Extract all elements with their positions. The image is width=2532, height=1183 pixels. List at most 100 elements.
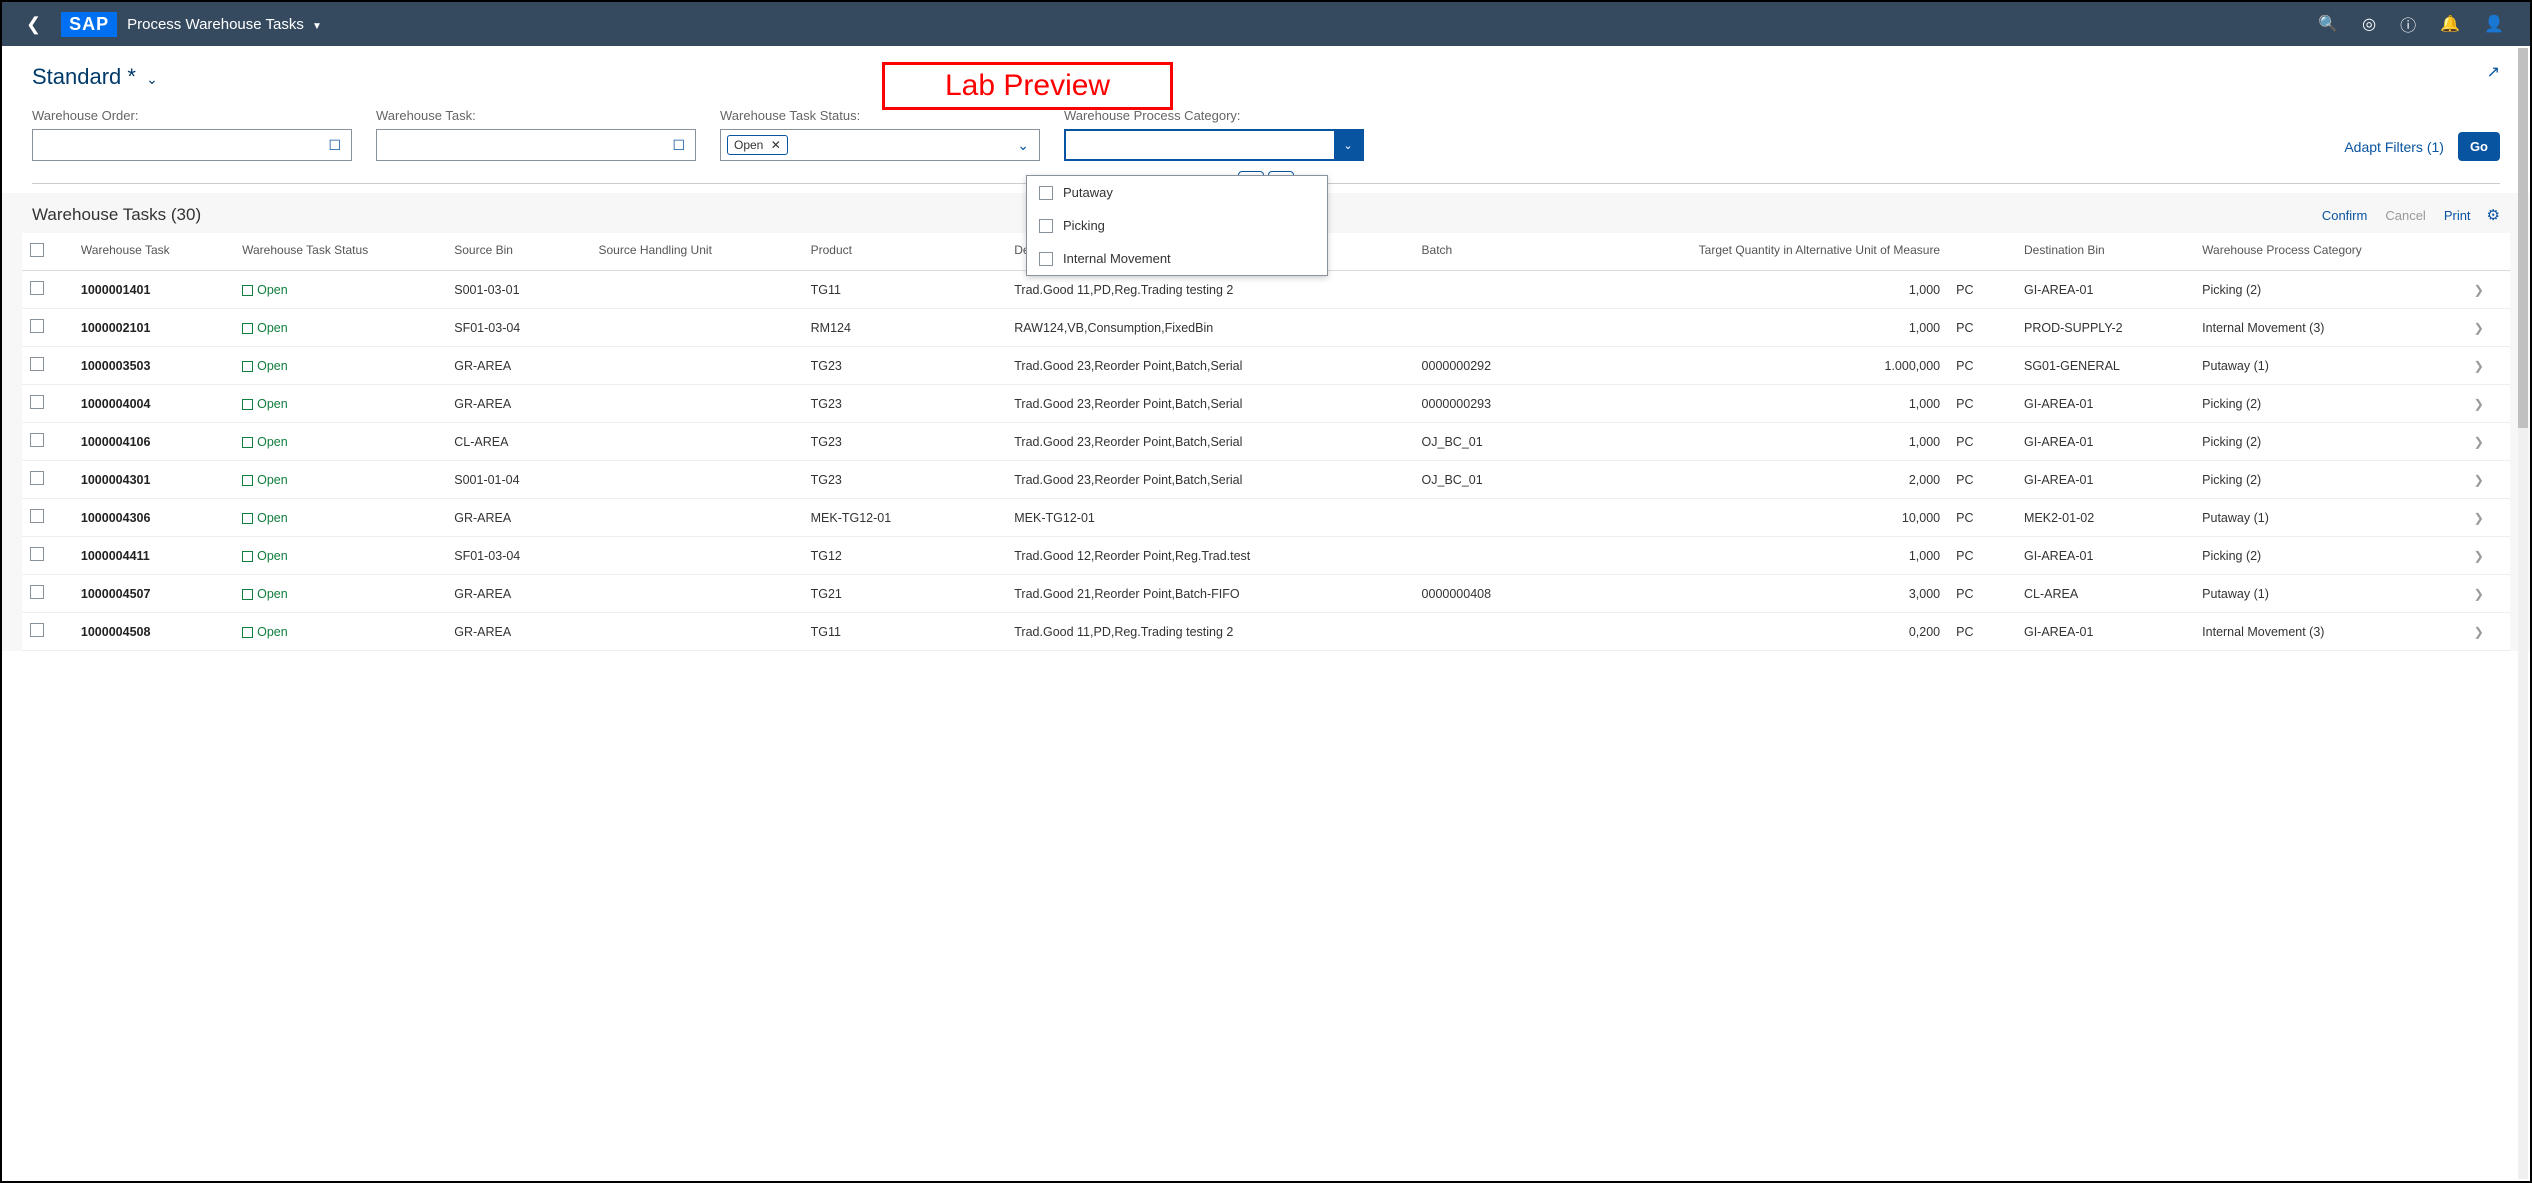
filter-bar: Warehouse Order: ☐ Warehouse Task: ☐ War… [2,90,2530,173]
warehouse-task-field[interactable] [383,138,668,153]
row-checkbox[interactable] [30,623,44,637]
cell-batch: 0000000293 [1414,385,1584,423]
user-icon[interactable]: 👤 [2472,14,2516,34]
status-token[interactable]: Open ✕ [727,135,788,155]
table-row[interactable]: 1000004301OpenS001-01-04TG23Trad.Good 23… [22,461,2510,499]
back-button[interactable]: ❮ [16,10,51,39]
process-category-input[interactable]: ⌄ [1064,129,1364,161]
notification-icon[interactable]: 🔔 [2428,14,2472,34]
checkbox-icon[interactable] [1039,186,1053,200]
cell-uom: PC [1948,461,2016,499]
row-checkbox[interactable] [30,433,44,447]
scrollbar[interactable] [2518,48,2528,1179]
close-icon[interactable]: ✕ [771,138,781,152]
cell-cat: Picking (2) [2194,385,2466,423]
value-help-icon[interactable]: ☐ [324,137,345,154]
row-checkbox[interactable] [30,585,44,599]
checkbox-icon[interactable] [1039,252,1053,266]
cell-task: 1000004004 [73,385,234,423]
table-row[interactable]: 1000004507OpenGR-AREATG21Trad.Good 21,Re… [22,575,2510,613]
nav-arrow-icon[interactable]: ❯ [2466,461,2510,499]
table-row[interactable]: 1000004306OpenGR-AREAMEK-TG12-01MEK-TG12… [22,499,2510,537]
cell-desc: Trad.Good 23,Reorder Point,Batch,Serial [1006,461,1413,499]
col-dbin[interactable]: Destination Bin [2016,233,2194,271]
adapt-filters-link[interactable]: Adapt Filters (1) [2344,139,2444,155]
cancel-button[interactable]: Cancel [2385,208,2425,223]
col-sbin[interactable]: Source Bin [446,233,590,271]
process-category-field[interactable] [1072,138,1330,153]
status-open-icon [242,513,253,524]
nav-arrow-icon[interactable]: ❯ [2466,385,2510,423]
table-row[interactable]: 1000003503OpenGR-AREATG23Trad.Good 23,Re… [22,347,2510,385]
table-row[interactable]: 1000004004OpenGR-AREATG23Trad.Good 23,Re… [22,385,2510,423]
cell-qty: 1,000 [1583,385,1948,423]
row-checkbox[interactable] [30,509,44,523]
select-all-checkbox[interactable] [30,243,44,257]
warehouse-order-field[interactable] [39,138,324,153]
nav-arrow-icon[interactable]: ❯ [2466,309,2510,347]
table-row[interactable]: 1000004106OpenCL-AREATG23Trad.Good 23,Re… [22,423,2510,461]
cell-shu [591,385,803,423]
filter-actions: Adapt Filters (1) Go [2344,132,2500,161]
scrollbar-thumb[interactable] [2518,48,2528,428]
task-status-field[interactable] [794,138,1014,153]
dropdown-button[interactable]: ⌄ [1334,131,1362,159]
row-checkbox[interactable] [30,357,44,371]
dropdown-option-putaway[interactable]: Putaway [1027,176,1327,209]
share-icon[interactable]: ↗ [2487,62,2500,82]
help-icon[interactable]: ⓘ [2388,12,2428,36]
col-qty[interactable]: Target Quantity in Alternative Unit of M… [1583,233,1948,271]
checkbox-icon[interactable] [1039,219,1053,233]
filter-label: Warehouse Task Status: [720,108,1040,123]
dropdown-option-internal-movement[interactable]: Internal Movement [1027,242,1327,275]
task-status-input[interactable]: Open ✕ ⌄ [720,129,1040,161]
cell-product: TG11 [803,271,1007,309]
nav-arrow-icon[interactable]: ❯ [2466,271,2510,309]
cell-desc: Trad.Good 23,Reorder Point,Batch,Serial [1006,347,1413,385]
warehouse-task-input[interactable]: ☐ [376,129,696,161]
cell-product: TG23 [803,347,1007,385]
token-text: Open [734,138,763,152]
col-batch[interactable]: Batch [1414,233,1584,271]
cell-cat: Internal Movement (3) [2194,613,2466,651]
row-checkbox[interactable] [30,471,44,485]
row-checkbox[interactable] [30,281,44,295]
search-icon[interactable]: 🔍 [2306,14,2350,34]
nav-arrow-icon[interactable]: ❯ [2466,575,2510,613]
table-row[interactable]: 1000004411OpenSF01-03-04TG12Trad.Good 12… [22,537,2510,575]
nav-arrow-icon[interactable]: ❯ [2466,537,2510,575]
col-status[interactable]: Warehouse Task Status [234,233,446,271]
nav-arrow-icon[interactable]: ❯ [2466,347,2510,385]
col-product[interactable]: Product [803,233,1007,271]
col-task[interactable]: Warehouse Task [73,233,234,271]
warehouse-order-input[interactable]: ☐ [32,129,352,161]
print-button[interactable]: Print [2444,208,2471,223]
copilot-icon[interactable]: ◎ [2350,14,2388,34]
row-checkbox[interactable] [30,319,44,333]
cell-task: 1000004301 [73,461,234,499]
confirm-button[interactable]: Confirm [2322,208,2368,223]
go-button[interactable]: Go [2458,132,2500,161]
row-checkbox[interactable] [30,547,44,561]
col-shu[interactable]: Source Handling Unit [591,233,803,271]
lab-preview-annotation: Lab Preview [882,62,1173,110]
shell-title[interactable]: Process Warehouse Tasks ▼ [127,16,322,33]
table-row[interactable]: 1000001401OpenS001-03-01TG11Trad.Good 11… [22,271,2510,309]
variant-selector[interactable]: Standard * ⌄ [32,64,158,89]
settings-icon[interactable]: ⚙ [2487,206,2500,224]
cell-batch [1414,309,1584,347]
nav-arrow-icon[interactable]: ❯ [2466,499,2510,537]
nav-arrow-icon[interactable]: ❯ [2466,423,2510,461]
value-help-icon[interactable]: ☐ [668,137,689,154]
col-cat[interactable]: Warehouse Process Category [2194,233,2466,271]
dropdown-option-picking[interactable]: Picking [1027,209,1327,242]
row-checkbox[interactable] [30,395,44,409]
nav-arrow-icon[interactable]: ❯ [2466,613,2510,651]
table-row[interactable]: 1000002101OpenSF01-03-04RM124RAW124,VB,C… [22,309,2510,347]
process-category-dropdown: Putaway Picking Internal Movement [1026,175,1328,276]
option-label: Internal Movement [1063,251,1171,266]
table-row[interactable]: 1000004508OpenGR-AREATG11Trad.Good 11,PD… [22,613,2510,651]
cell-dbin: CL-AREA [2016,575,2194,613]
chevron-down-icon[interactable]: ⌄ [1013,137,1033,154]
cell-uom: PC [1948,309,2016,347]
